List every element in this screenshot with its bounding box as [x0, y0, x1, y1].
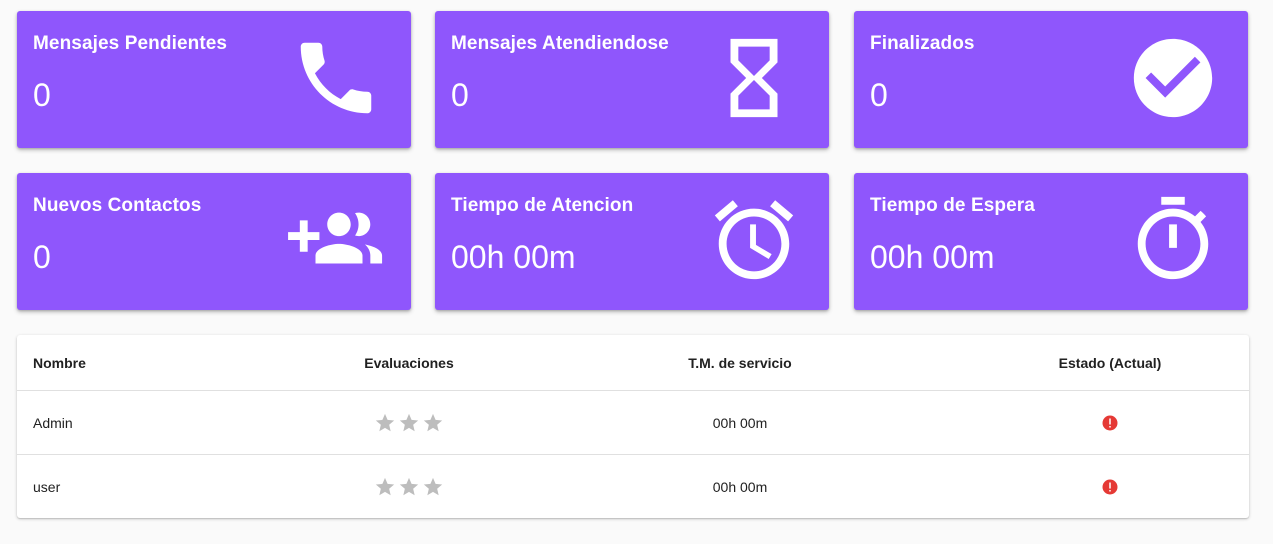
group-add-icon — [287, 193, 391, 287]
cell-tm-servicio: 00h 00m — [509, 390, 971, 455]
header-estado[interactable]: Estado (Actual) — [971, 335, 1249, 391]
users-table: Nombre Evaluaciones T.M. de servicio Est… — [17, 335, 1249, 518]
card-title: Nuevos Contactos — [33, 195, 202, 216]
card-title: Tiempo de Espera — [870, 195, 1035, 216]
card-value: 00h 00m — [870, 239, 995, 275]
header-tm-servicio[interactable]: T.M. de servicio — [509, 335, 971, 391]
table-row: Admin 00h 00m — [17, 390, 1249, 455]
table-row: user 00h 00m — [17, 455, 1249, 519]
card-tiempo-atencion: Tiempo de Atencion 00h 00m — [435, 173, 829, 310]
cell-estado — [971, 455, 1249, 519]
star-icon — [375, 477, 395, 495]
card-value: 00h 00m — [451, 239, 576, 275]
rating-stars[interactable] — [374, 412, 444, 434]
header-evaluaciones[interactable]: Evaluaciones — [309, 335, 509, 391]
hourglass-icon — [707, 31, 801, 125]
card-tiempo-espera: Tiempo de Espera 00h 00m — [854, 173, 1248, 310]
card-title: Finalizados — [870, 33, 975, 54]
star-icon — [399, 477, 419, 495]
star-icon — [423, 413, 443, 431]
cell-evaluaciones — [309, 455, 509, 519]
phone-icon — [289, 31, 383, 125]
card-nuevos-contactos: Nuevos Contactos 0 — [17, 173, 411, 310]
error-icon — [1101, 414, 1119, 432]
card-title: Mensajes Pendientes — [33, 33, 228, 54]
star-icon — [399, 413, 419, 431]
table-header-row: Nombre Evaluaciones T.M. de servicio Est… — [17, 335, 1249, 391]
card-mensajes-atendiendose: Mensajes Atendiendose 0 — [435, 11, 829, 148]
card-mensajes-pendientes: Mensajes Pendientes 0 — [17, 11, 411, 148]
star-icon — [423, 477, 443, 495]
users-table-card: Nombre Evaluaciones T.M. de servicio Est… — [17, 335, 1249, 518]
cell-evaluaciones — [309, 390, 509, 455]
cell-nombre: Admin — [17, 390, 309, 455]
cell-estado — [971, 390, 1249, 455]
check-circle-icon — [1126, 31, 1220, 125]
card-finalizados: Finalizados 0 — [854, 11, 1248, 148]
card-value: 0 — [451, 77, 469, 113]
card-title: Tiempo de Atencion — [451, 195, 634, 216]
card-value: 0 — [33, 77, 51, 113]
timer-icon — [1126, 193, 1220, 287]
header-nombre[interactable]: Nombre — [17, 335, 309, 391]
error-icon — [1101, 478, 1119, 496]
card-value: 0 — [870, 77, 888, 113]
rating-stars[interactable] — [374, 476, 444, 498]
card-value: 0 — [33, 239, 51, 275]
cell-nombre: user — [33, 478, 61, 495]
star-icon — [375, 413, 395, 431]
cell-tm-servicio: 00h 00m — [712, 478, 768, 495]
card-title: Mensajes Atendiendose — [451, 33, 669, 54]
alarm-icon — [707, 193, 801, 287]
